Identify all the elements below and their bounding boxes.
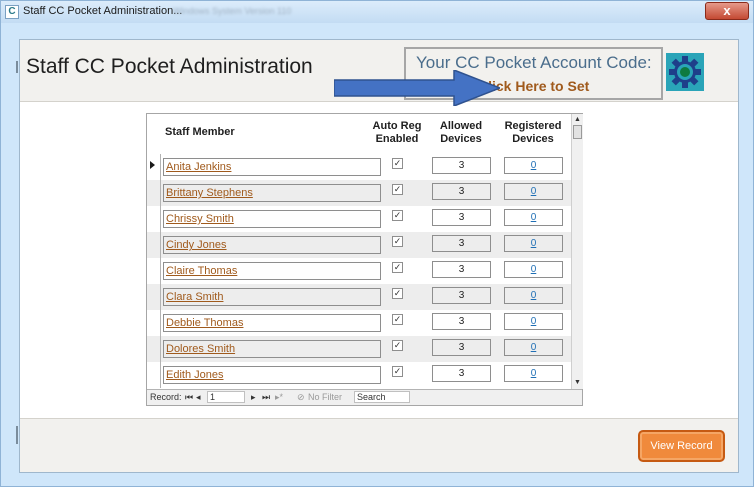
no-filter-button[interactable]: No Filter — [308, 392, 342, 402]
record-selector[interactable] — [147, 180, 161, 206]
record-selector[interactable] — [147, 232, 161, 258]
allowed-devices-field[interactable]: 3 — [432, 261, 491, 278]
staff-name-link[interactable]: Dolores Smith — [163, 340, 381, 358]
record-selector[interactable] — [147, 284, 161, 310]
record-label: Record: — [150, 392, 182, 402]
auto-reg-checkbox[interactable]: ✓ — [392, 158, 403, 169]
staff-name-link[interactable]: Edith Jones — [163, 366, 381, 384]
table-row: Chrissy Smith ✓ 3 0 — [147, 206, 573, 232]
registered-devices-link[interactable]: 0 — [504, 339, 563, 356]
auto-reg-checkbox[interactable]: ✓ — [392, 210, 403, 221]
registered-devices-link[interactable]: 0 — [504, 313, 563, 330]
column-header-registered-line1: Registered — [504, 120, 562, 132]
vertical-scrollbar[interactable]: ▲ ▼ — [571, 114, 583, 389]
column-header-auto-reg-line1: Auto Reg — [372, 120, 422, 132]
column-header-staff-member[interactable]: Staff Member — [165, 126, 235, 139]
auto-reg-checkbox[interactable]: ✓ — [392, 184, 403, 195]
staff-name-link[interactable]: Claire Thomas — [163, 262, 381, 280]
column-header-allowed-devices[interactable]: Allowed Devices — [430, 120, 492, 146]
scroll-up-icon[interactable]: ▲ — [572, 114, 583, 125]
allowed-devices-field[interactable]: 3 — [432, 209, 491, 226]
column-header-registered-devices[interactable]: Registered Devices — [499, 120, 567, 146]
table-row: Debbie Thomas ✓ 3 0 — [147, 310, 573, 336]
table-row: Dolores Smith ✓ 3 0 — [147, 336, 573, 362]
staff-name-link[interactable]: Cindy Jones — [163, 236, 381, 254]
form-header: Staff CC Pocket Administration Your CC P… — [20, 40, 738, 106]
auto-reg-checkbox[interactable]: ✓ — [392, 340, 403, 351]
close-button[interactable]: x — [705, 2, 749, 20]
edge-mark — [16, 61, 18, 73]
staff-name-link[interactable]: Debbie Thomas — [163, 314, 381, 332]
column-header-auto-reg-line2: Enabled — [375, 133, 419, 145]
form-title: Staff CC Pocket Administration — [26, 55, 313, 78]
allowed-devices-field[interactable]: 3 — [432, 339, 491, 356]
record-selector[interactable] — [147, 154, 161, 180]
arrow-right-icon — [334, 70, 500, 106]
allowed-devices-field[interactable]: 3 — [432, 287, 491, 304]
allowed-devices-field[interactable]: 3 — [432, 157, 491, 174]
record-selector[interactable] — [147, 336, 161, 362]
table-row: Clara Smith ✓ 3 0 — [147, 284, 573, 310]
column-header-registered-line2: Devices — [512, 133, 554, 145]
last-record-icon[interactable]: ⏭ — [262, 392, 270, 403]
filter-icon: ⊘ — [297, 392, 305, 402]
column-header-auto-reg[interactable]: Auto Reg Enabled — [367, 120, 427, 146]
allowed-devices-field[interactable]: 3 — [432, 235, 491, 252]
record-selector[interactable] — [147, 310, 161, 336]
allowed-devices-field[interactable]: 3 — [432, 313, 491, 330]
window-title: Staff CC Pocket Administration... — [23, 5, 183, 17]
current-record-icon — [150, 161, 155, 169]
current-record-input[interactable]: 1 — [207, 391, 245, 403]
new-record-icon[interactable]: ▸* — [275, 392, 283, 403]
staff-datasheet: Staff Member Auto Reg Enabled Allowed De… — [146, 113, 583, 406]
record-selector[interactable] — [147, 258, 161, 284]
registered-devices-link[interactable]: 0 — [504, 157, 563, 174]
gear-icon[interactable] — [666, 53, 704, 91]
auto-reg-checkbox[interactable]: ✓ — [392, 262, 403, 273]
staff-name-link[interactable]: Brittany Stephens — [163, 184, 381, 202]
table-row: Brittany Stephens ✓ 3 0 — [147, 180, 573, 206]
view-record-button[interactable]: View Record — [638, 430, 725, 462]
scroll-thumb[interactable] — [573, 125, 582, 139]
registered-devices-link[interactable]: 0 — [504, 209, 563, 226]
registered-devices-link[interactable]: 0 — [504, 183, 563, 200]
column-header-allowed-line1: Allowed — [439, 120, 483, 132]
record-selector[interactable] — [147, 206, 161, 232]
form-frame: Staff CC Pocket Administration Your CC P… — [19, 39, 739, 473]
registered-devices-link[interactable]: 0 — [504, 235, 563, 252]
form-footer: View Record — [20, 418, 738, 472]
staff-name-link[interactable]: Chrissy Smith — [163, 210, 381, 228]
auto-reg-checkbox[interactable]: ✓ — [392, 236, 403, 247]
scroll-down-icon[interactable]: ▼ — [572, 377, 583, 388]
allowed-devices-field[interactable]: 3 — [432, 183, 491, 200]
window-subtitle: Windows System Version 110 — [173, 6, 292, 16]
edge-mark — [16, 426, 18, 444]
table-row: Anita Jenkins ✓ 3 0 — [147, 154, 573, 180]
staff-name-link[interactable]: Anita Jenkins — [163, 158, 381, 176]
search-input[interactable]: Search — [354, 391, 410, 403]
previous-record-icon[interactable]: ◂ — [196, 392, 201, 403]
registered-devices-link[interactable]: 0 — [504, 261, 563, 278]
registered-devices-link[interactable]: 0 — [504, 287, 563, 304]
table-row: Claire Thomas ✓ 3 0 — [147, 258, 573, 284]
app-icon: C — [5, 5, 19, 19]
table-row: Edith Jones ✓ 3 0 — [147, 362, 573, 388]
auto-reg-checkbox[interactable]: ✓ — [392, 366, 403, 377]
staff-name-link[interactable]: Clara Smith — [163, 288, 381, 306]
column-header-allowed-line2: Devices — [440, 133, 482, 145]
auto-reg-checkbox[interactable]: ✓ — [392, 314, 403, 325]
record-navigation-bar: Record: ⏮ ◂ 1 ▸ ⏭ ▸* ⊘ No Filter Search — [147, 389, 582, 405]
app-window: C Staff CC Pocket Administration... Wind… — [0, 0, 754, 487]
next-record-icon[interactable]: ▸ — [251, 392, 256, 403]
table-row: Cindy Jones ✓ 3 0 — [147, 232, 573, 258]
allowed-devices-field[interactable]: 3 — [432, 365, 491, 382]
title-bar: C Staff CC Pocket Administration... Wind… — [1, 1, 753, 23]
auto-reg-checkbox[interactable]: ✓ — [392, 288, 403, 299]
first-record-icon[interactable]: ⏮ — [185, 392, 193, 403]
registered-devices-link[interactable]: 0 — [504, 365, 563, 382]
record-selector[interactable] — [147, 362, 161, 388]
